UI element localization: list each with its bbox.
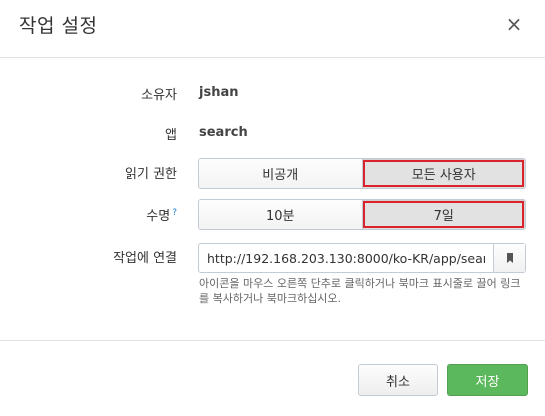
lifetime-label-text: 수명 [146,209,171,224]
cancel-button[interactable]: 취소 [358,364,438,396]
owner-label: 소유자 [141,88,177,103]
lifetime-label: 수명? [146,205,177,224]
help-icon[interactable]: ? [172,208,177,218]
dialog-title: 작업 설정 [19,15,98,37]
lifetime-option-7days[interactable]: 7일 [361,200,525,229]
owner-value: jshan [199,85,239,100]
dialog-header: 작업 설정 × [0,0,545,58]
read-permission-toggle: 비공개 모든 사용자 [198,158,526,189]
lifetime-option-10min[interactable]: 10분 [199,200,362,229]
read-permission-label: 읽기 권한 [125,167,177,182]
app-label: 앱 [165,128,177,143]
read-option-all-users[interactable]: 모든 사용자 [361,159,525,188]
link-hint-text: 아이콘을 마우스 오른쪽 단추로 클릭하거나 북마크 표시줄로 끌어 링크를 복… [199,277,521,305]
link-field-group [198,243,526,273]
app-value: search [199,125,248,140]
job-link-input[interactable] [199,244,493,272]
dialog-footer: 취소 저장 [0,340,545,416]
bookmark-icon[interactable] [493,244,525,272]
save-button[interactable]: 저장 [447,364,528,396]
close-icon[interactable]: × [503,13,525,35]
bookmark-glyph [506,252,513,263]
lifetime-toggle: 10분 7일 [198,199,526,230]
link-label: 작업에 연결 [113,251,177,266]
read-option-private[interactable]: 비공개 [199,159,362,188]
